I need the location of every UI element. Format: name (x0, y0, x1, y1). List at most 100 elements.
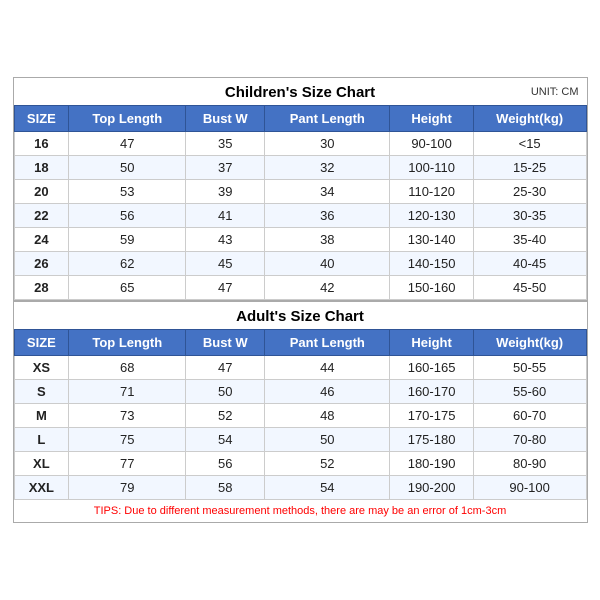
col-bust-w-adult: Bust W (186, 330, 265, 356)
table-row: XS684744160-16550-55 (14, 356, 586, 380)
adult-header-row: SIZE Top Length Bust W Pant Length Heigh… (14, 330, 586, 356)
size-cell: M (14, 404, 69, 428)
table-row: M735248170-17560-70 (14, 404, 586, 428)
data-cell: 71 (69, 380, 186, 404)
table-row: XXL795854190-20090-100 (14, 476, 586, 500)
data-cell: 90-100 (473, 476, 586, 500)
data-cell: 73 (69, 404, 186, 428)
data-cell: 100-110 (390, 156, 473, 180)
size-cell: 24 (14, 228, 69, 252)
size-cell: L (14, 428, 69, 452)
data-cell: 75 (69, 428, 186, 452)
col-height: Height (390, 106, 473, 132)
data-cell: 56 (186, 452, 265, 476)
table-row: XL775652180-19080-90 (14, 452, 586, 476)
data-cell: 140-150 (390, 252, 473, 276)
table-row: 22564136120-13030-35 (14, 204, 586, 228)
table-row: S715046160-17055-60 (14, 380, 586, 404)
data-cell: 50 (186, 380, 265, 404)
data-cell: 47 (186, 356, 265, 380)
data-cell: 39 (186, 180, 265, 204)
adult-size-table: SIZE Top Length Bust W Pant Length Heigh… (14, 329, 587, 500)
adult-table-body: XS684744160-16550-55S715046160-17055-60M… (14, 356, 586, 500)
col-weight-adult: Weight(kg) (473, 330, 586, 356)
data-cell: 54 (186, 428, 265, 452)
data-cell: 30-35 (473, 204, 586, 228)
data-cell: 60-70 (473, 404, 586, 428)
data-cell: 52 (265, 452, 390, 476)
data-cell: 30 (265, 132, 390, 156)
data-cell: 65 (69, 276, 186, 300)
data-cell: 54 (265, 476, 390, 500)
size-cell: XXL (14, 476, 69, 500)
data-cell: 50 (69, 156, 186, 180)
table-row: 1647353090-100<15 (14, 132, 586, 156)
unit-label: UNIT: CM (531, 86, 579, 98)
data-cell: 35-40 (473, 228, 586, 252)
data-cell: 41 (186, 204, 265, 228)
data-cell: 70-80 (473, 428, 586, 452)
data-cell: 43 (186, 228, 265, 252)
data-cell: 48 (265, 404, 390, 428)
size-cell: 18 (14, 156, 69, 180)
data-cell: 80-90 (473, 452, 586, 476)
size-cell: 22 (14, 204, 69, 228)
adult-title-text: Adult's Size Chart (236, 308, 364, 325)
size-chart-container: Children's Size Chart UNIT: CM SIZE Top … (13, 77, 588, 523)
col-size-adult: SIZE (14, 330, 69, 356)
size-cell: 20 (14, 180, 69, 204)
data-cell: 59 (69, 228, 186, 252)
size-cell: S (14, 380, 69, 404)
size-cell: 28 (14, 276, 69, 300)
data-cell: 32 (265, 156, 390, 180)
data-cell: 53 (69, 180, 186, 204)
data-cell: 62 (69, 252, 186, 276)
data-cell: 45-50 (473, 276, 586, 300)
data-cell: 68 (69, 356, 186, 380)
table-row: 24594338130-14035-40 (14, 228, 586, 252)
data-cell: 37 (186, 156, 265, 180)
data-cell: 47 (186, 276, 265, 300)
size-cell: XS (14, 356, 69, 380)
data-cell: 50-55 (473, 356, 586, 380)
data-cell: 52 (186, 404, 265, 428)
data-cell: 175-180 (390, 428, 473, 452)
data-cell: 34 (265, 180, 390, 204)
data-cell: 35 (186, 132, 265, 156)
data-cell: 130-140 (390, 228, 473, 252)
data-cell: 77 (69, 452, 186, 476)
col-bust-w: Bust W (186, 106, 265, 132)
table-row: L755450175-18070-80 (14, 428, 586, 452)
size-cell: XL (14, 452, 69, 476)
data-cell: 40-45 (473, 252, 586, 276)
data-cell: 56 (69, 204, 186, 228)
col-pant-length: Pant Length (265, 106, 390, 132)
children-size-table: SIZE Top Length Bust W Pant Length Heigh… (14, 105, 587, 300)
data-cell: 45 (186, 252, 265, 276)
col-top-length-adult: Top Length (69, 330, 186, 356)
size-cell: 16 (14, 132, 69, 156)
col-size: SIZE (14, 106, 69, 132)
col-weight: Weight(kg) (473, 106, 586, 132)
table-row: 18503732100-11015-25 (14, 156, 586, 180)
col-top-length: Top Length (69, 106, 186, 132)
data-cell: 46 (265, 380, 390, 404)
size-cell: 26 (14, 252, 69, 276)
data-cell: 38 (265, 228, 390, 252)
table-row: 20533934110-12025-30 (14, 180, 586, 204)
data-cell: 50 (265, 428, 390, 452)
data-cell: 44 (265, 356, 390, 380)
data-cell: 25-30 (473, 180, 586, 204)
data-cell: 15-25 (473, 156, 586, 180)
data-cell: 170-175 (390, 404, 473, 428)
data-cell: 120-130 (390, 204, 473, 228)
children-title-text: Children's Size Chart (225, 84, 375, 101)
table-row: 28654742150-16045-50 (14, 276, 586, 300)
data-cell: 55-60 (473, 380, 586, 404)
adult-section-title: Adult's Size Chart (14, 300, 587, 329)
col-height-adult: Height (390, 330, 473, 356)
data-cell: 150-160 (390, 276, 473, 300)
data-cell: 40 (265, 252, 390, 276)
data-cell: <15 (473, 132, 586, 156)
data-cell: 110-120 (390, 180, 473, 204)
